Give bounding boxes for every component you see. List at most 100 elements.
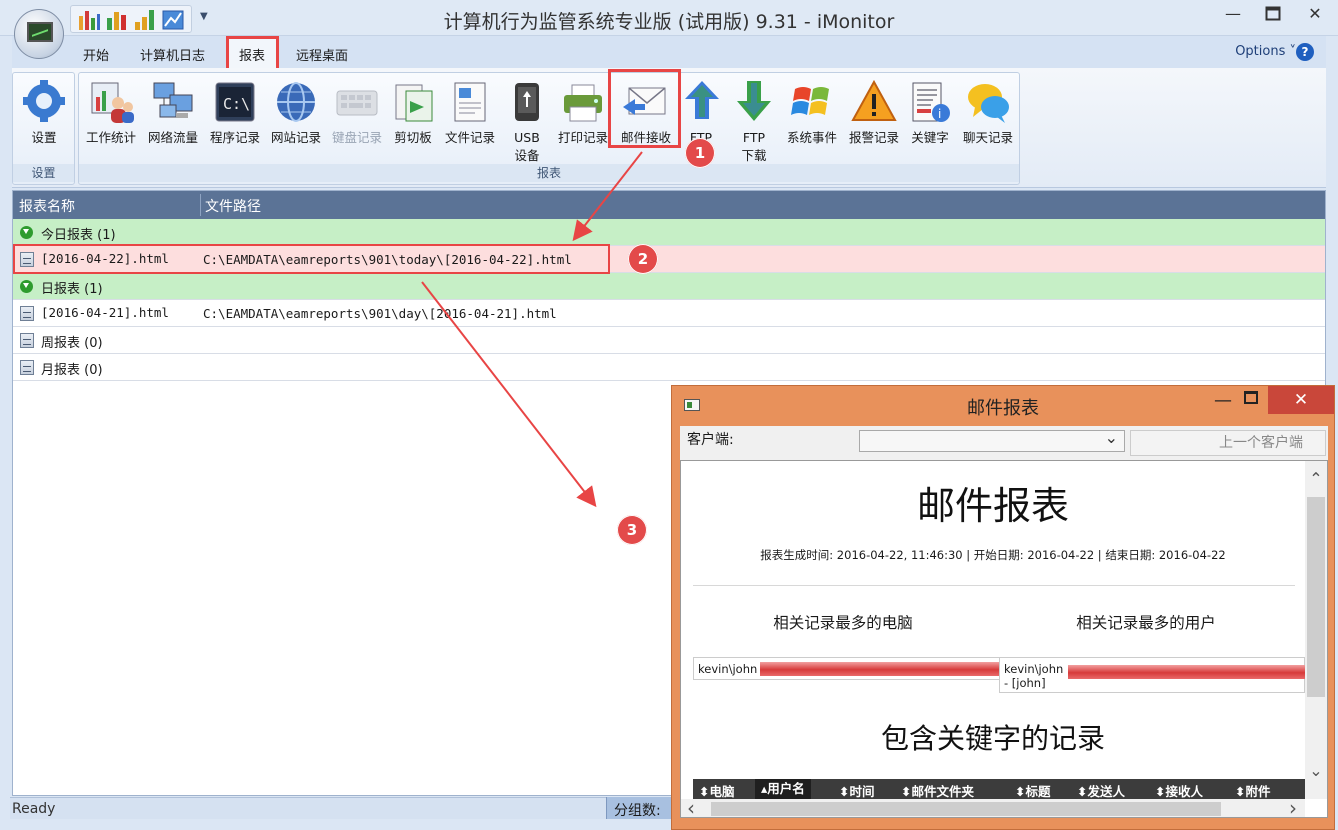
keyword-button[interactable]: i 关键字 [905, 79, 955, 147]
application-menu-button[interactable] [14, 9, 64, 59]
column-recipient-label: 接收人 [1165, 784, 1203, 799]
options-menu[interactable]: Options ˅ [1235, 44, 1296, 59]
mail-receive-highlight [608, 69, 681, 148]
column-sender-label: 发送人 [1087, 784, 1125, 799]
tab-start[interactable]: 开始 [83, 45, 109, 64]
bar-fill [760, 662, 1002, 676]
website-log-button[interactable]: 网站记录 [266, 79, 326, 147]
client-toolbar: 客户端: 上一个客户端 [680, 426, 1328, 460]
scroll-left-icon[interactable]: ‹ [687, 796, 695, 817]
ftp-download-button[interactable]: FTP 下载 [731, 79, 777, 165]
print-log-button[interactable]: 打印记录 [553, 79, 613, 147]
column-sender[interactable]: ⬍发送人 [1077, 781, 1125, 800]
selected-row-highlight [13, 244, 610, 274]
collapse-icon[interactable] [20, 226, 33, 239]
work-stats-label: 工作统计 [85, 130, 136, 145]
group-label: 今日报表 (1) [41, 228, 116, 243]
report-meta: 报表生成时间: 2016-04-22, 11:46:30 | 开始日期: 201… [760, 548, 1226, 562]
scroll-thumb[interactable] [1307, 497, 1325, 697]
report-path: C:\EAMDATA\eamreports\901\day\[2016-04-2… [203, 306, 557, 321]
scroll-thumb[interactable] [711, 802, 1221, 816]
svg-text:i: i [938, 107, 941, 121]
system-events-button[interactable]: 系统事件 [781, 79, 843, 147]
windows-icon [789, 79, 835, 125]
scroll-right-icon[interactable]: › [1289, 796, 1297, 817]
network-icon [150, 79, 196, 125]
file-icon [20, 360, 34, 375]
alarm-log-button[interactable]: 报警记录 [843, 79, 905, 147]
work-stats-button[interactable]: 工作统计 [81, 79, 141, 147]
title-bar: ▼ 计算机行为监管系统专业版 (试用版) 9.31 - iMonitor — ✕ [0, 0, 1338, 36]
step-badge-1: 1 [685, 138, 715, 168]
column-recipient[interactable]: ⬍接收人 [1155, 781, 1203, 800]
step-badge-2: 2 [628, 244, 658, 274]
table-row[interactable]: [2016-04-21].html C:\EAMDATA\eamreports\… [13, 300, 1325, 327]
top-user-bar: kevin\john - [john] [999, 657, 1306, 693]
column-subject[interactable]: ⬍标题 [1015, 781, 1051, 800]
status-text: Ready [12, 801, 56, 817]
alarm-log-label: 报警记录 [848, 130, 899, 145]
settings-button[interactable]: 设置 [17, 79, 71, 147]
close-button[interactable]: ✕ [1294, 0, 1336, 28]
previous-client-button[interactable]: 上一个客户端 [1130, 430, 1326, 456]
usb-device-button[interactable]: USB 设备 [503, 79, 551, 165]
maximize-button[interactable] [1252, 0, 1294, 28]
tab-remote-desktop[interactable]: 远程桌面 [296, 45, 348, 64]
help-icon[interactable]: ? [1296, 43, 1314, 61]
minimize-button[interactable]: — [1212, 0, 1254, 28]
clipboard-button[interactable]: 剪切板 [385, 79, 441, 147]
network-traffic-label: 网络流量 [147, 130, 198, 145]
usb-label: USB [514, 130, 540, 145]
mail-window-minimize-button[interactable]: — [1214, 390, 1232, 411]
people-chart-icon [88, 79, 134, 125]
mail-window-title: 邮件报表 [967, 398, 1039, 419]
column-file-path[interactable]: 文件路径 [205, 196, 261, 216]
column-time[interactable]: ⬍时间 [839, 781, 875, 800]
file-log-button[interactable]: 文件记录 [439, 79, 501, 147]
tab-computer-log[interactable]: 计算机日志 [140, 45, 205, 64]
horizontal-scrollbar[interactable]: ‹ › [681, 796, 1305, 817]
chat-log-button[interactable]: 聊天记录 [957, 79, 1019, 147]
mail-window-maximize-button[interactable] [1244, 391, 1258, 404]
website-log-label: 网站记录 [270, 130, 321, 145]
print-log-label: 打印记录 [557, 130, 608, 145]
column-attachment[interactable]: ⬍附件 [1235, 781, 1271, 800]
column-mail-folder[interactable]: ⬍邮件文件夹 [901, 781, 974, 800]
group-row-today[interactable]: 今日报表 (1) [13, 219, 1325, 246]
column-report-name[interactable]: 报表名称 [19, 196, 75, 216]
network-traffic-button[interactable]: 网络流量 [143, 79, 203, 147]
list-header: 报表名称 文件路径 [13, 191, 1325, 219]
scroll-down-icon[interactable]: ⌄ [1305, 761, 1327, 780]
column-computer[interactable]: ⬍电脑 [699, 781, 735, 800]
column-username[interactable]: ▴用户名 [755, 779, 811, 799]
report-title: 邮件报表 [916, 484, 1069, 528]
options-label: Options [1235, 44, 1286, 59]
group-label: 周报表 (0) [41, 336, 103, 351]
group-label: 月报表 (0) [41, 363, 103, 378]
client-select[interactable] [859, 428, 1125, 452]
scroll-up-icon[interactable]: ⌃ [1305, 469, 1327, 488]
group-row-weekly[interactable]: 周报表 (0) [13, 327, 1325, 354]
globe-icon [273, 79, 319, 125]
group-row-monthly[interactable]: 月报表 (0) [13, 354, 1325, 381]
keyword-label: 关键字 [911, 130, 949, 145]
monitor-icon [27, 22, 53, 42]
top-computer-heading: 相关记录最多的电脑 [773, 614, 913, 632]
keyboard-log-button[interactable]: 键盘记录 [327, 79, 387, 147]
column-time-label: 时间 [849, 784, 875, 799]
vertical-scrollbar[interactable]: ⌃ ⌄ [1305, 461, 1327, 799]
svg-text:C:\: C:\ [223, 95, 250, 113]
program-log-button[interactable]: C:\ 程序记录 [205, 79, 265, 147]
group-row-daily[interactable]: 日报表 (1) [13, 273, 1325, 300]
clipboard-icon [390, 79, 436, 125]
mail-window-close-button[interactable]: ✕ [1268, 386, 1334, 414]
client-label: 客户端: [687, 432, 734, 448]
report-viewer: 邮件报表 报表生成时间: 2016-04-22, 11:46:30 | 开始日期… [680, 460, 1328, 818]
group-count-label: 分组数: [614, 803, 661, 819]
file-icon [20, 306, 34, 321]
status-pane [10, 797, 606, 819]
settings-button-label: 设置 [31, 130, 57, 145]
column-separator [200, 194, 201, 216]
collapse-icon[interactable] [20, 280, 33, 293]
report-group: 工作统计 网络流量 C:\ 程序记录 网站记录 键盘记录 剪切板 文件记录 US [78, 72, 1020, 185]
